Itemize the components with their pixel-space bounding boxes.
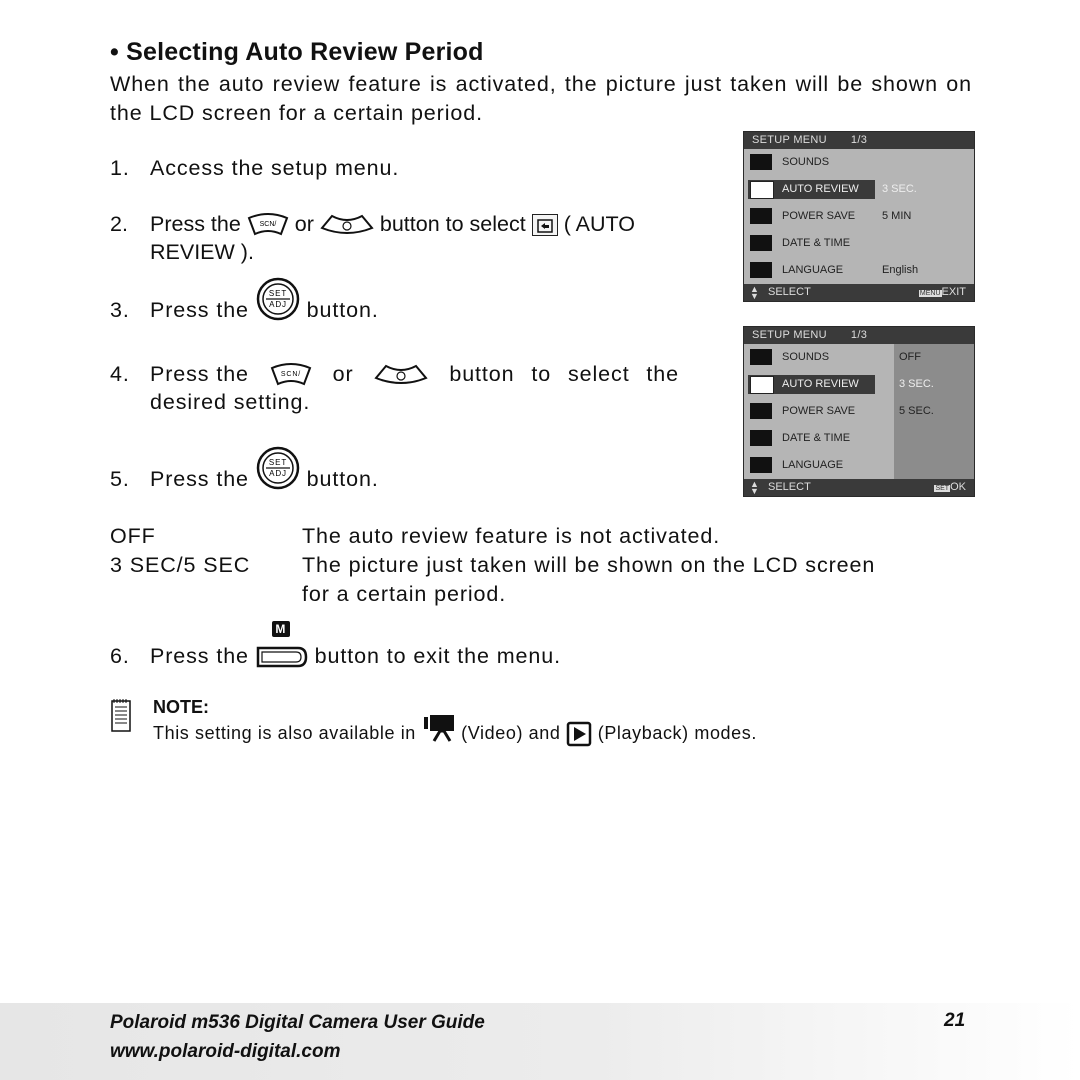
- language-icon: [750, 457, 772, 473]
- definition-off-term: OFF: [110, 524, 156, 548]
- note-pad-icon: [111, 699, 131, 732]
- speaker-icon: [750, 154, 772, 170]
- auto-review-icon: [750, 376, 774, 394]
- step-2: 2. Press the SCN/ or button to select ( A…: [110, 212, 635, 265]
- self-timer-button-icon: [374, 365, 429, 385]
- scn-button-icon: SCN/: [270, 363, 312, 386]
- page-number: 21: [944, 1010, 966, 1031]
- playback-icon: [566, 721, 592, 747]
- scn-button-icon: SCN/: [247, 213, 289, 236]
- menu-row-power-save: POWER SAVE 5 MIN: [744, 203, 974, 230]
- step-4: 4. Press the SCN/ or button to select the…: [110, 362, 680, 415]
- section-title: • Selecting Auto Review Period: [110, 38, 484, 66]
- menu-header: SETUP MENU 1/3: [744, 132, 974, 149]
- definition-off-desc: The auto review feature is not activated…: [302, 524, 721, 548]
- menu-button-icon: M: [256, 621, 308, 669]
- step-5: 5. Press the SET ADJ button.: [110, 447, 379, 493]
- svg-text:SET: SET: [269, 458, 287, 467]
- set-adj-button-icon: SET ADJ: [256, 278, 300, 321]
- svg-text:ADJ: ADJ: [269, 300, 287, 309]
- calendar-clock-icon: [750, 430, 772, 446]
- setup-menu-screen-2: SETUP MENU 1/3 SOUNDS OFF AUTO REVIEW 3 SEC…: [743, 326, 975, 497]
- step-1: 1. Access the setup menu.: [110, 156, 400, 180]
- menu-header: SETUP MENU 1/3: [744, 327, 974, 344]
- step-3: 3. Press the SET ADJ button.: [110, 278, 379, 324]
- menu-row-sounds: SOUNDS: [744, 149, 974, 176]
- auto-review-icon: [531, 214, 558, 237]
- definition-sec-term: 3 SEC/5 SEC: [110, 553, 251, 577]
- battery-sleep-icon: [750, 208, 772, 224]
- battery-sleep-icon: [750, 403, 772, 419]
- auto-review-icon: [750, 181, 774, 199]
- svg-text:SCN/: SCN/: [259, 221, 276, 228]
- menu-row-language: LANGUAGE English: [744, 257, 974, 284]
- footer-guide-title: Polaroid m536 Digital Camera User Guide: [110, 1012, 485, 1033]
- calendar-clock-icon: [750, 235, 772, 251]
- menu-row-date-time: DATE & TIME: [744, 230, 974, 257]
- note-text: This setting is also available in (Video…: [153, 715, 757, 747]
- menu-row-auto-review: AUTO REVIEW 3 SEC.: [744, 176, 974, 203]
- menu-footer: ▲ ▼ SELECT MENUEXIT: [744, 284, 974, 301]
- intro-paragraph: When the auto review feature is activate…: [110, 72, 972, 125]
- updown-arrow-icon: ▲ ▼: [750, 284, 759, 301]
- video-camera-icon: [423, 715, 454, 742]
- svg-text:ADJ: ADJ: [269, 469, 287, 478]
- definition-sec-desc: The picture just taken will be shown on …: [302, 553, 876, 577]
- footer-website-link[interactable]: www.polaroid-digital.com: [110, 1041, 340, 1063]
- language-icon: [750, 262, 772, 278]
- updown-arrow-icon: ▲ ▼: [750, 479, 759, 496]
- speaker-icon: [750, 349, 772, 365]
- note-heading: NOTE:: [153, 697, 209, 717]
- setup-menu-screen-1: SETUP MENU 1/3 SOUNDS AUTO REVIEW 3 SEC. P…: [743, 131, 975, 302]
- definition-sec-desc-2: for a certain period.: [302, 582, 507, 606]
- svg-text:SCN/: SCN/: [281, 371, 301, 378]
- self-timer-button-icon: [320, 215, 374, 235]
- step-6: 6. Press the M button to exit the menu.: [110, 621, 561, 669]
- set-adj-button-icon: SET ADJ: [256, 447, 300, 490]
- svg-text:SET: SET: [269, 289, 287, 298]
